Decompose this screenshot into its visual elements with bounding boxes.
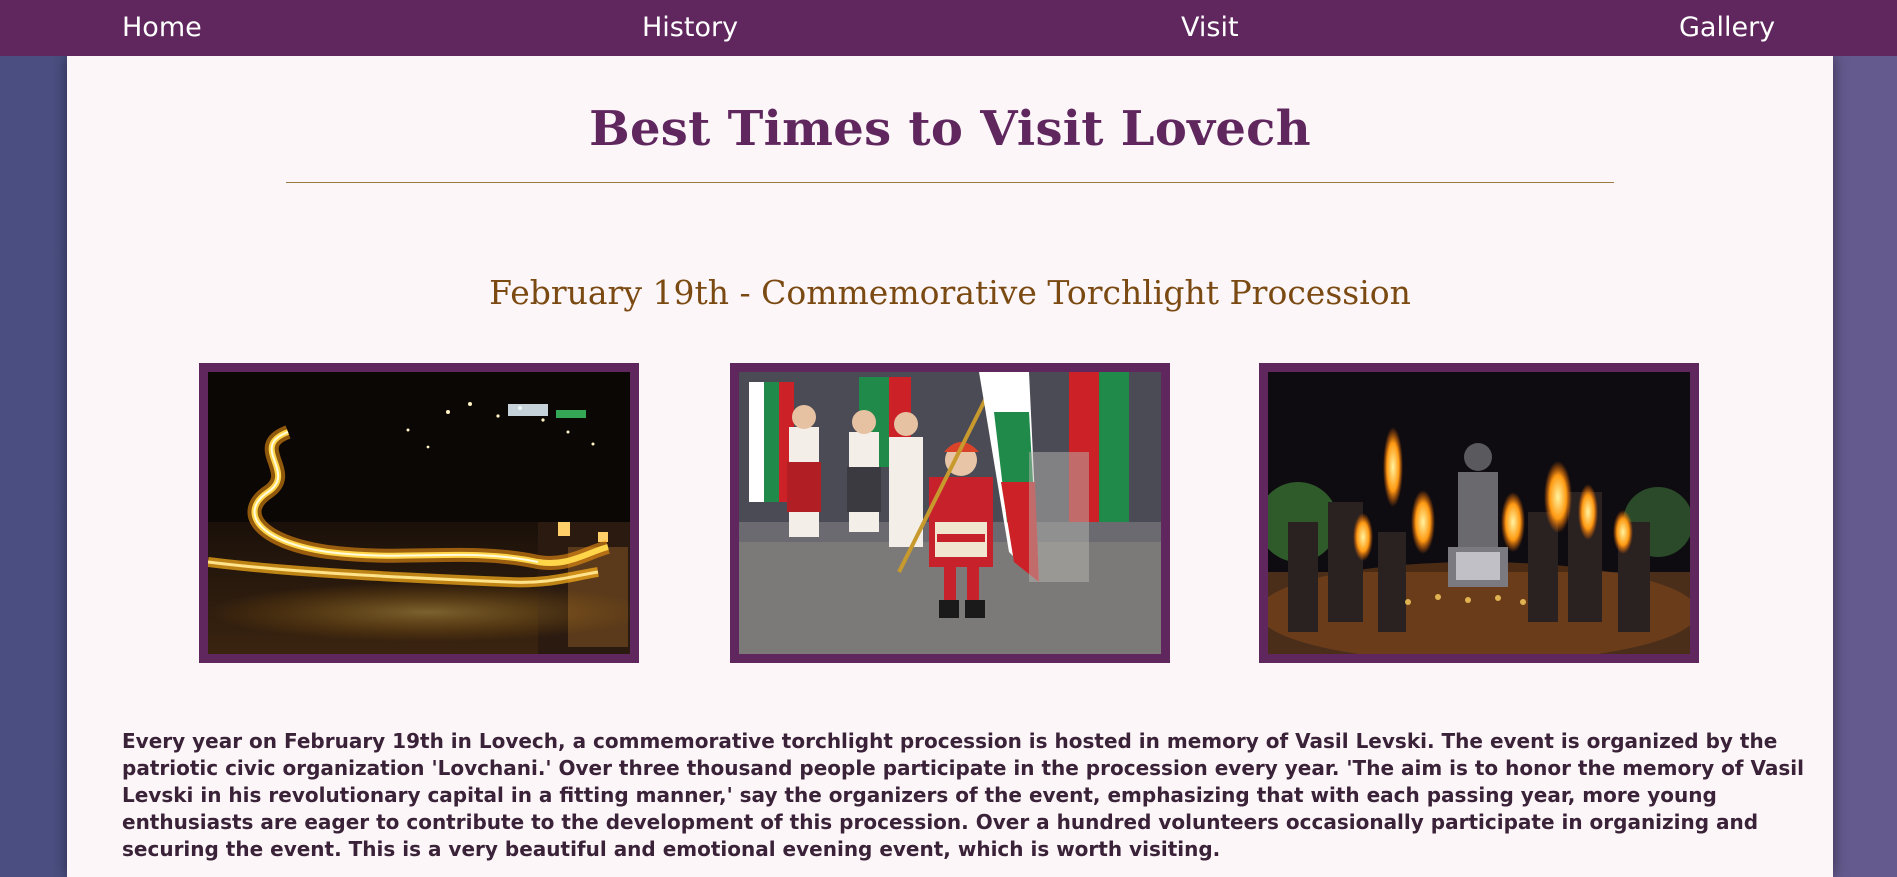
nav-link-visit[interactable]: Visit: [1181, 0, 1239, 56]
main-content: Best Times to Visit Lovech February 19th…: [67, 56, 1833, 877]
page-title: Best Times to Visit Lovech: [589, 101, 1311, 157]
top-navbar: Home History Visit Gallery: [0, 0, 1897, 56]
nav-link-home[interactable]: Home: [122, 0, 202, 56]
title-divider: [286, 182, 1614, 183]
section-heading: February 19th - Commemorative Torchlight…: [489, 273, 1411, 312]
photo-monument-torches[interactable]: [1259, 363, 1699, 663]
event-description: Every year on February 19th in Lovech, a…: [122, 729, 1804, 861]
photo-flag-parade[interactable]: [730, 363, 1170, 663]
torch-trail-image: [208, 372, 630, 654]
photo-torch-trail[interactable]: [199, 363, 639, 663]
nav-link-gallery[interactable]: Gallery: [1679, 0, 1775, 56]
nav-link-history[interactable]: History: [642, 0, 738, 56]
monument-torches-image: [1268, 372, 1690, 654]
flag-parade-image: [739, 372, 1161, 654]
